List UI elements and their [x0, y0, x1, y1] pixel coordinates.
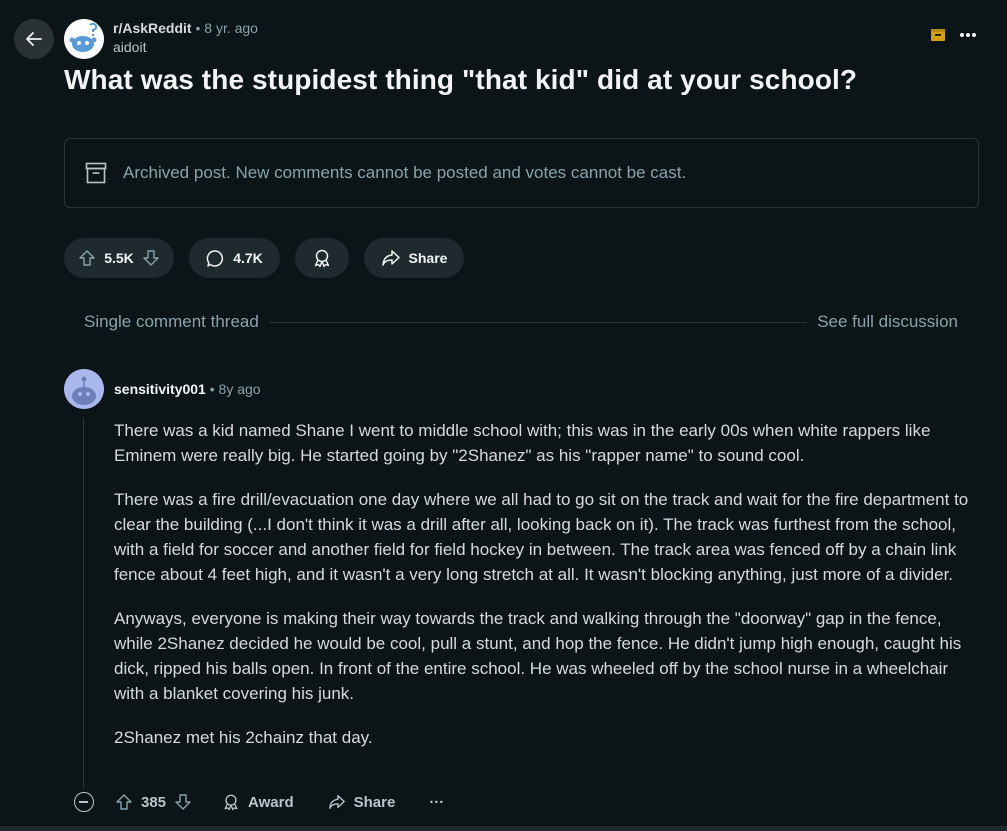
award-ribbon-icon [314, 249, 330, 268]
vote-count: 5.5K [104, 250, 134, 266]
arrow-left-icon [26, 32, 42, 46]
thread-divider [268, 321, 808, 323]
comment-count: 4.7K [233, 250, 263, 266]
comment-share-button[interactable]: Share [328, 793, 396, 811]
meta-separator: • [195, 20, 201, 36]
speech-bubble-icon [206, 249, 224, 267]
arrow-up-icon[interactable] [78, 249, 96, 267]
comment-meta: sensitivity001 • 8y ago [114, 381, 261, 397]
post-action-bar: 5.5K 4.7K Share [64, 238, 464, 278]
arrow-down-icon[interactable] [174, 793, 192, 811]
award-ribbon-icon [224, 794, 238, 811]
comment-action-bar: 385 Award Share ··· [74, 790, 444, 814]
share-button[interactable]: Share [364, 238, 464, 278]
comment-vote-control: 385 [115, 793, 192, 811]
archived-notice-text: Archived post. New comments cannot be po… [123, 163, 687, 182]
post-age: 8 yr. ago [204, 20, 258, 36]
post-page: r/AskReddit • 8 yr. ago aidoit What was … [0, 0, 1007, 831]
see-full-discussion-link[interactable]: See full discussion [817, 312, 958, 332]
archived-notice: Archived post. New comments cannot be po… [64, 138, 979, 208]
comment-thread-line[interactable] [83, 418, 84, 788]
arrow-down-icon[interactable] [142, 249, 160, 267]
comment-more-button[interactable]: ··· [429, 794, 444, 811]
default-snoo-avatar-icon [64, 369, 104, 409]
ellipsis-icon[interactable] [959, 32, 977, 38]
comment-share-label: Share [353, 793, 396, 811]
commenter-avatar[interactable] [64, 369, 104, 409]
comment-username[interactable]: sensitivity001 [114, 381, 206, 397]
comment-paragraph: 2Shanez met his 2chainz that day. [114, 728, 373, 747]
comment-award-label: Award [248, 793, 294, 811]
subreddit-avatar[interactable] [64, 19, 104, 59]
comments-button[interactable]: 4.7K [189, 238, 280, 278]
bottom-edge [0, 826, 1007, 831]
ellipsis-icon: ··· [429, 793, 445, 811]
comment-vote-count: 385 [141, 793, 167, 811]
thread-navigation: Single comment thread See full discussio… [84, 312, 958, 332]
comment-body: There was a kid named Shane I went to mi… [114, 418, 974, 769]
vote-control: 5.5K [64, 238, 174, 278]
meta-separator: • [209, 381, 215, 397]
archive-badge-icon [931, 29, 945, 41]
post-meta: r/AskReddit • 8 yr. ago aidoit [113, 20, 258, 55]
comment-award-button[interactable]: Award [222, 793, 294, 811]
back-button[interactable] [14, 19, 54, 59]
post-title: What was the stupidest thing "that kid" … [64, 64, 858, 95]
award-button[interactable] [295, 238, 349, 278]
share-label: Share [408, 250, 448, 266]
single-thread-label: Single comment thread [84, 312, 259, 331]
minus-circle-icon[interactable] [74, 792, 94, 812]
subreddit-link[interactable]: r/AskReddit [113, 20, 192, 36]
archive-box-icon [85, 162, 107, 184]
post-top-actions [931, 28, 977, 42]
arrow-up-icon[interactable] [115, 793, 133, 811]
comment-paragraph: Anyways, everyone is making their way to… [114, 609, 962, 703]
comment-paragraph: There was a fire drill/evacuation one da… [114, 490, 969, 584]
comment-age: 8y ago [218, 381, 261, 397]
share-arrow-icon [381, 250, 400, 266]
subreddit-snoo-icon [64, 19, 104, 59]
post-author[interactable]: aidoit [113, 39, 258, 55]
comment-paragraph: There was a kid named Shane I went to mi… [114, 421, 931, 465]
share-arrow-icon [328, 795, 345, 809]
